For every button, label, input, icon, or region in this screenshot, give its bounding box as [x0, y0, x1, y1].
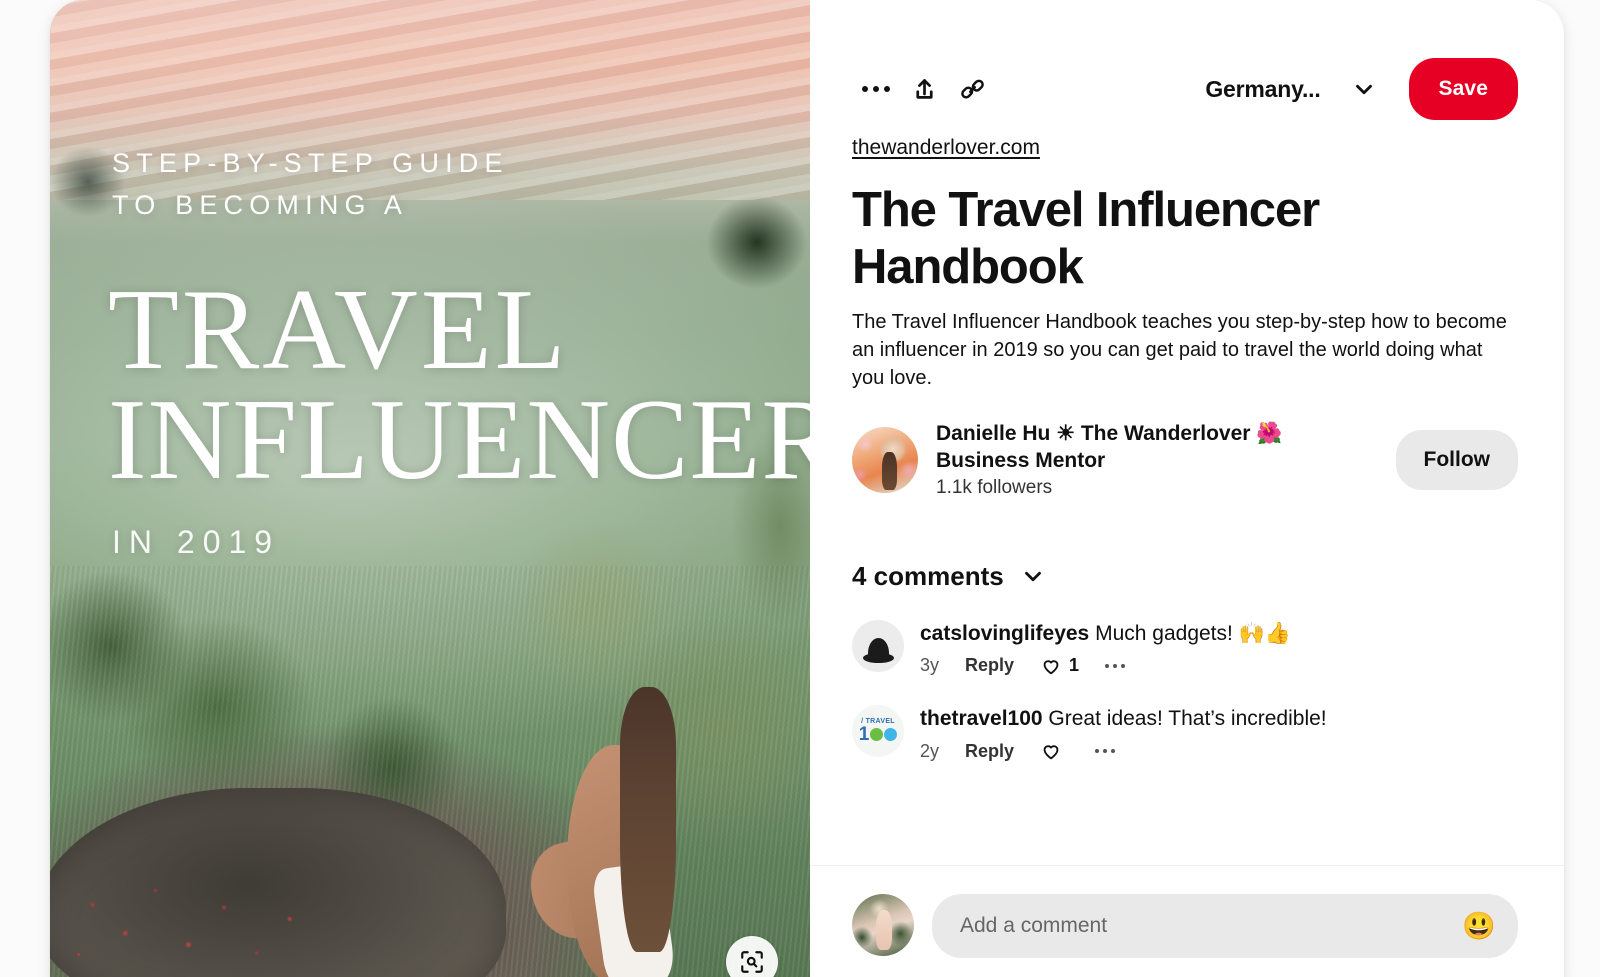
comment-composer: 😃 — [810, 865, 1564, 977]
board-selector[interactable]: Germany... — [1195, 70, 1382, 109]
share-button[interactable] — [900, 65, 948, 113]
comment-item: / TRAVEL 1 thetravel100 Great ideas! Tha… — [852, 704, 1518, 762]
heart-icon — [1043, 745, 1059, 760]
pin-action-bar: Germany... Save — [852, 56, 1518, 122]
pin-card: STEP-BY-STEP GUIDE TO BECOMING A TRAVEL … — [50, 0, 1564, 977]
comment-meta: 2y Reply — [920, 740, 1518, 762]
heart-icon — [1043, 660, 1059, 675]
pin-image-pane[interactable]: STEP-BY-STEP GUIDE TO BECOMING A TRAVEL … — [50, 0, 810, 977]
pin-photo — [50, 0, 810, 977]
flower-petals — [65, 848, 339, 977]
comment-time: 3y — [920, 655, 940, 676]
travel100-circle-green — [870, 727, 884, 741]
comment-text: thetravel100 Great ideas! That’s incredi… — [920, 705, 1518, 732]
pin-more-options-button[interactable] — [852, 65, 900, 113]
pin-title: The Travel Influencer Handbook — [852, 183, 1320, 294]
travel100-number: 1 — [859, 725, 898, 744]
pin-detail-pane: Germany... Save thewanderlover.com The T… — [810, 0, 1564, 977]
comment-like-button[interactable] — [1040, 740, 1069, 762]
comment-input-field[interactable]: 😃 — [932, 894, 1518, 958]
comment-message: Much gadgets! 🙌👍 — [1095, 621, 1291, 645]
travel100-avatar[interactable]: / TRAVEL 1 — [852, 704, 904, 757]
comments-header[interactable]: 4 comments — [852, 561, 1518, 592]
emoji-picker-button[interactable]: 😃 — [1462, 912, 1496, 940]
author-followers: 1.1k followers — [936, 476, 1053, 498]
detail-scroll-area: Germany... Save thewanderlover.com The T… — [810, 0, 1564, 865]
chevron-down-icon — [1355, 84, 1372, 95]
comment-more-button[interactable] — [1105, 663, 1126, 668]
travel100-digit-one: 1 — [858, 723, 870, 745]
cat-avatar[interactable] — [852, 619, 904, 672]
source-domain-link[interactable]: thewanderlover.com — [852, 136, 1040, 160]
pin-description: The Travel Influencer Handbook teaches y… — [852, 310, 1507, 390]
visual-search-icon — [741, 951, 763, 973]
author-row: Danielle Hu ☀ The Wanderlover 🌺 Business… — [852, 421, 1518, 499]
comment-input[interactable] — [960, 914, 1463, 938]
comment-message: Great ideas! That’s incredible! — [1048, 706, 1327, 730]
comment-meta: 3y Reply 1 — [920, 655, 1518, 677]
person-hair — [619, 686, 676, 952]
comment-username[interactable]: thetravel100 — [920, 707, 1043, 730]
share-upload-icon — [915, 78, 933, 99]
comments-count-label: 4 comments — [852, 560, 1004, 591]
board-name-label: Germany... — [1205, 75, 1321, 102]
copy-link-button[interactable] — [948, 65, 996, 113]
comment-item: catslovinglifeyes Much gadgets! 🙌👍 3y Re… — [852, 619, 1518, 677]
author-info: Danielle Hu ☀ The Wanderlover 🌺 Business… — [936, 421, 1382, 499]
comment-reply-button[interactable]: Reply — [965, 741, 1014, 762]
person-figure — [521, 686, 704, 977]
chevron-down-icon — [1024, 571, 1041, 582]
comment-body: catslovinglifeyes Much gadgets! 🙌👍 3y Re… — [920, 620, 1518, 677]
author-name[interactable]: Danielle Hu ☀ The Wanderlover 🌺 Business… — [936, 421, 1366, 475]
comment-like-count: 1 — [1069, 655, 1080, 676]
comment-more-button[interactable] — [1095, 749, 1116, 754]
comment-time: 2y — [920, 740, 940, 761]
comment-username[interactable]: catslovinglifeyes — [920, 622, 1089, 645]
comment-reply-button[interactable]: Reply — [965, 655, 1014, 676]
pin-closeup-page: STEP-BY-STEP GUIDE TO BECOMING A TRAVEL … — [0, 0, 1600, 977]
comment-text: catslovinglifeyes Much gadgets! 🙌👍 — [920, 620, 1518, 647]
save-button[interactable]: Save — [1408, 58, 1518, 120]
comment-like-button[interactable]: 1 — [1040, 655, 1079, 677]
ellipsis-icon — [862, 86, 890, 92]
copy-link-icon — [960, 79, 984, 99]
travel100-logo: / TRAVEL 1 — [852, 705, 904, 757]
travel100-circle-blue — [884, 727, 898, 741]
current-user-avatar[interactable] — [852, 894, 914, 956]
follow-button[interactable]: Follow — [1395, 429, 1518, 490]
author-avatar[interactable] — [852, 426, 918, 493]
comment-body: thetravel100 Great ideas! That’s incredi… — [920, 705, 1518, 762]
